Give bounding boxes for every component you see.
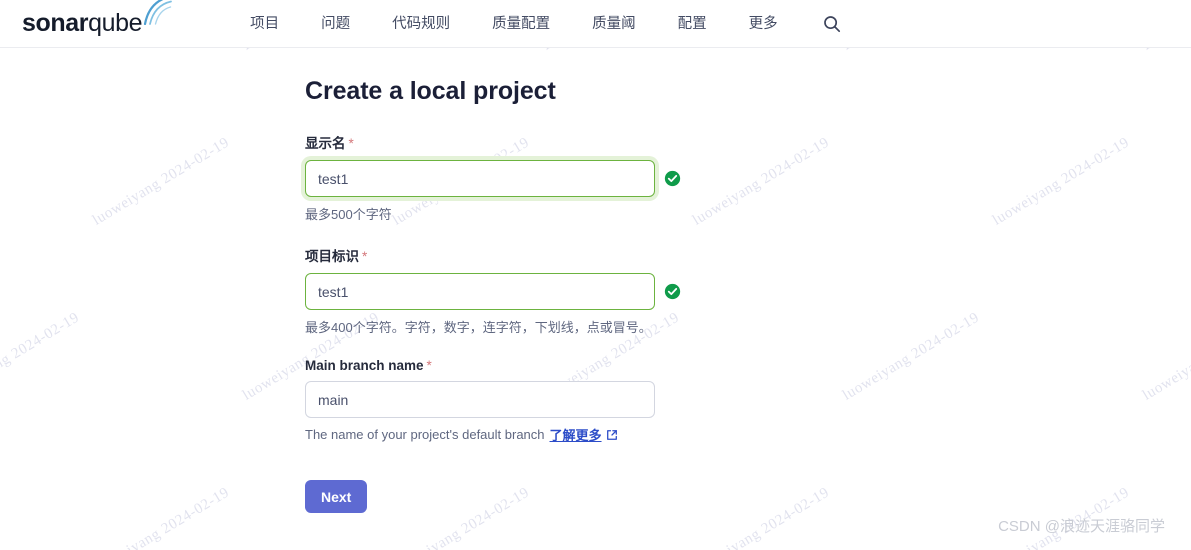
learn-more-link[interactable]: 了解更多 (550, 425, 618, 444)
sonarqube-wave-icon (141, 0, 175, 30)
input-row-display-name (305, 160, 1191, 197)
valid-check-icon-display-name (664, 170, 681, 187)
nav-item-administration[interactable]: 配置 (657, 0, 728, 48)
nav-item-issues[interactable]: 问题 (300, 0, 371, 48)
page-title: Create a local project (305, 77, 556, 105)
label-main-branch: Main branch name * (305, 358, 1191, 373)
input-row-main-branch (305, 381, 1191, 418)
field-group-main-branch: Main branch name* The name of your proje… (305, 358, 1191, 444)
required-asterisk: * (426, 358, 432, 373)
nav-item-more[interactable]: 更多 (728, 0, 799, 48)
label-display-name: 显示名 * (305, 132, 1191, 152)
logo-wordmark: sonarqube (22, 8, 143, 37)
nav-item-rules[interactable]: 代码规则 (371, 0, 471, 48)
sonarqube-logo[interactable]: sonarqube (22, 0, 176, 48)
nav-item-projects[interactable]: 项目 (229, 0, 300, 48)
hint-main-branch-text: The name of your project's default branc… (305, 427, 545, 442)
field-group-project-key: 项目标识* 最多400个字符。字符，数字，连字符，下划线，点或冒号。 (305, 245, 1191, 336)
input-row-project-key (305, 273, 1191, 310)
valid-check-icon-project-key (664, 283, 681, 300)
csdn-credit-watermark: CSDN @浪迹天涯骆同学 (998, 518, 1165, 535)
logo-light-text: qube (88, 8, 143, 37)
logo-bold-text: sonar (22, 8, 89, 37)
label-project-key: 项目标识 * (305, 245, 1191, 265)
project-key-input[interactable] (305, 273, 655, 310)
main-branch-input[interactable] (305, 381, 655, 418)
nav-item-quality-profiles[interactable]: 质量配置 (471, 0, 571, 48)
hint-display-name: 最多500个字符 (305, 207, 392, 222)
label-main-branch-text: Main branch name (305, 358, 424, 373)
required-asterisk: * (362, 249, 368, 264)
page-root: luoweiyang 2024-02-19 luoweiyang 2024-02-… (0, 0, 1191, 550)
create-project-form: Create a local project 显示名* 最多500个字符 项目标… (0, 48, 1191, 513)
learn-more-link-label: 了解更多 (549, 428, 602, 443)
hint-main-branch: The name of your project's default branc… (305, 425, 1191, 444)
display-name-input[interactable] (305, 160, 655, 197)
next-button[interactable]: Next (305, 480, 368, 513)
top-navigation-bar: sonarqube 项目 问题 代码规则 质量配置 质量阈 配置 更多 (0, 0, 1191, 48)
search-icon[interactable] (819, 11, 845, 37)
required-asterisk: * (348, 136, 354, 151)
field-group-display-name: 显示名* 最多500个字符 (305, 132, 1191, 223)
main-navigation: 项目 问题 代码规则 质量配置 质量阈 配置 更多 (229, 0, 799, 48)
label-display-name-text: 显示名 (305, 136, 346, 151)
hint-project-key: 最多400个字符。字符，数字，连字符，下划线，点或冒号。 (305, 320, 652, 335)
nav-item-quality-gates[interactable]: 质量阈 (571, 0, 657, 48)
label-project-key-text: 项目标识 (305, 249, 359, 264)
external-link-icon (606, 429, 617, 440)
